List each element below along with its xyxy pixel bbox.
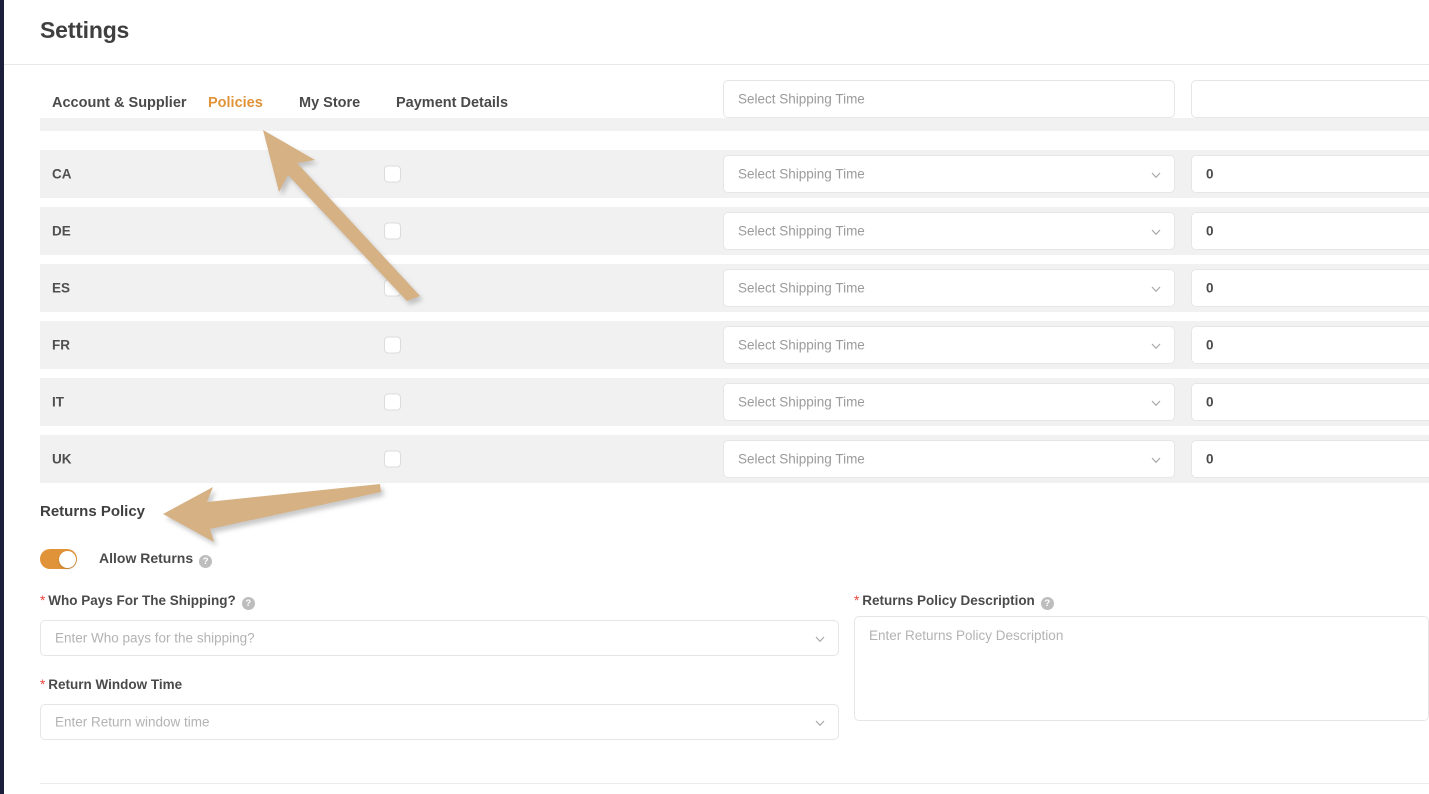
chevron-down-icon <box>1150 339 1162 351</box>
shipping-time-select[interactable]: Select Shipping Time <box>723 440 1175 478</box>
shipping-time-select[interactable]: Select Shipping Time <box>723 383 1175 421</box>
shipping-days-input[interactable]: 0 <box>1191 155 1429 193</box>
country-code: DE <box>52 224 71 239</box>
shipping-days-input[interactable] <box>1191 80 1429 118</box>
tab-policies[interactable]: Policies <box>208 95 263 111</box>
row-checkbox[interactable] <box>384 451 401 468</box>
returns-description-label: *Returns Policy Description? <box>854 593 1054 610</box>
row-checkbox[interactable] <box>384 394 401 411</box>
shipping-time-placeholder: Select Shipping Time <box>738 338 865 353</box>
chevron-down-icon <box>1150 168 1162 180</box>
shipping-days-value: 0 <box>1206 281 1214 296</box>
page-title: Settings <box>40 17 129 44</box>
who-pays-select[interactable]: Enter Who pays for the shipping? <box>40 620 839 656</box>
shipping-time-placeholder: Select Shipping Time <box>738 92 865 107</box>
country-code: UK <box>52 452 72 467</box>
tab-account-supplier[interactable]: Account & Supplier <box>52 95 187 111</box>
tab-my-store[interactable]: My Store <box>299 95 360 111</box>
tab-payment-details[interactable]: Payment Details <box>396 95 508 111</box>
shipping-time-placeholder: Select Shipping Time <box>738 224 865 239</box>
chevron-down-icon <box>814 632 826 644</box>
row-checkbox[interactable] <box>384 280 401 297</box>
shipping-days-value: 0 <box>1206 224 1214 239</box>
shipping-time-select[interactable]: Select Shipping Time <box>723 155 1175 193</box>
row-checkbox[interactable] <box>384 337 401 354</box>
row-checkbox[interactable] <box>384 223 401 240</box>
shipping-days-value: 0 <box>1206 338 1214 353</box>
allow-returns-row: Allow Returns? <box>40 546 212 572</box>
shipping-days-input[interactable]: 0 <box>1191 212 1429 250</box>
country-code: FR <box>52 338 70 353</box>
shipping-times-table: Select Shipping Time CA Select Shipping Ti… <box>4 118 1429 483</box>
returns-description-textarea[interactable]: Enter Returns Policy Description <box>854 616 1429 721</box>
table-row: CA Select Shipping Time 0 <box>40 150 1429 198</box>
chevron-down-icon <box>1150 225 1162 237</box>
required-star: * <box>854 593 859 608</box>
shipping-days-input[interactable]: 0 <box>1191 383 1429 421</box>
shipping-days-value: 0 <box>1206 452 1214 467</box>
left-rail <box>0 0 4 794</box>
returns-policy-heading: Returns Policy <box>40 503 145 520</box>
return-window-label: *Return Window Time <box>40 677 182 692</box>
bottom-divider <box>40 783 1429 784</box>
return-window-select[interactable]: Enter Return window time <box>40 704 839 740</box>
shipping-time-select[interactable]: Select Shipping Time <box>723 326 1175 364</box>
table-row: ES Select Shipping Time 0 <box>40 264 1429 312</box>
required-star: * <box>40 593 45 608</box>
shipping-time-placeholder: Select Shipping Time <box>738 452 865 467</box>
shipping-time-placeholder: Select Shipping Time <box>738 281 865 296</box>
toggle-knob <box>59 551 76 568</box>
shipping-time-placeholder: Select Shipping Time <box>738 167 865 182</box>
returns-description-placeholder: Enter Returns Policy Description <box>869 628 1063 643</box>
help-icon-allow-returns[interactable]: ? <box>199 555 212 568</box>
country-code: ES <box>52 281 70 296</box>
table-row: UK Select Shipping Time 0 <box>40 435 1429 483</box>
help-icon-who-pays[interactable]: ? <box>242 597 255 610</box>
shipping-time-select[interactable]: Select Shipping Time <box>723 212 1175 250</box>
country-code: IT <box>52 395 64 410</box>
page-header: Settings <box>4 0 1429 65</box>
shipping-time-select[interactable]: Select Shipping Time <box>723 269 1175 307</box>
row-checkbox[interactable] <box>384 166 401 183</box>
table-row: FR Select Shipping Time 0 <box>40 321 1429 369</box>
shipping-days-value: 0 <box>1206 395 1214 410</box>
table-row: Select Shipping Time <box>40 118 1429 131</box>
who-pays-label: *Who Pays For The Shipping?? <box>40 593 255 610</box>
table-row: DE Select Shipping Time 0 <box>40 207 1429 255</box>
table-row: IT Select Shipping Time 0 <box>40 378 1429 426</box>
help-icon-returns-description[interactable]: ? <box>1041 597 1054 610</box>
return-window-placeholder: Enter Return window time <box>55 715 210 730</box>
chevron-down-icon <box>1150 453 1162 465</box>
shipping-time-placeholder: Select Shipping Time <box>738 395 865 410</box>
shipping-days-value: 0 <box>1206 167 1214 182</box>
chevron-down-icon <box>1150 396 1162 408</box>
who-pays-placeholder: Enter Who pays for the shipping? <box>55 631 255 646</box>
required-star: * <box>40 677 45 692</box>
shipping-days-input[interactable]: 0 <box>1191 269 1429 307</box>
settings-page: Settings Account & Supplier Policies My St… <box>4 0 1429 794</box>
shipping-days-input[interactable]: 0 <box>1191 440 1429 478</box>
allow-returns-label: Allow Returns? <box>99 550 212 568</box>
shipping-time-select[interactable]: Select Shipping Time <box>723 80 1175 118</box>
country-code: CA <box>52 167 72 182</box>
shipping-days-input[interactable]: 0 <box>1191 326 1429 364</box>
chevron-down-icon <box>1150 282 1162 294</box>
chevron-down-icon <box>814 716 826 728</box>
allow-returns-toggle[interactable] <box>40 549 77 569</box>
